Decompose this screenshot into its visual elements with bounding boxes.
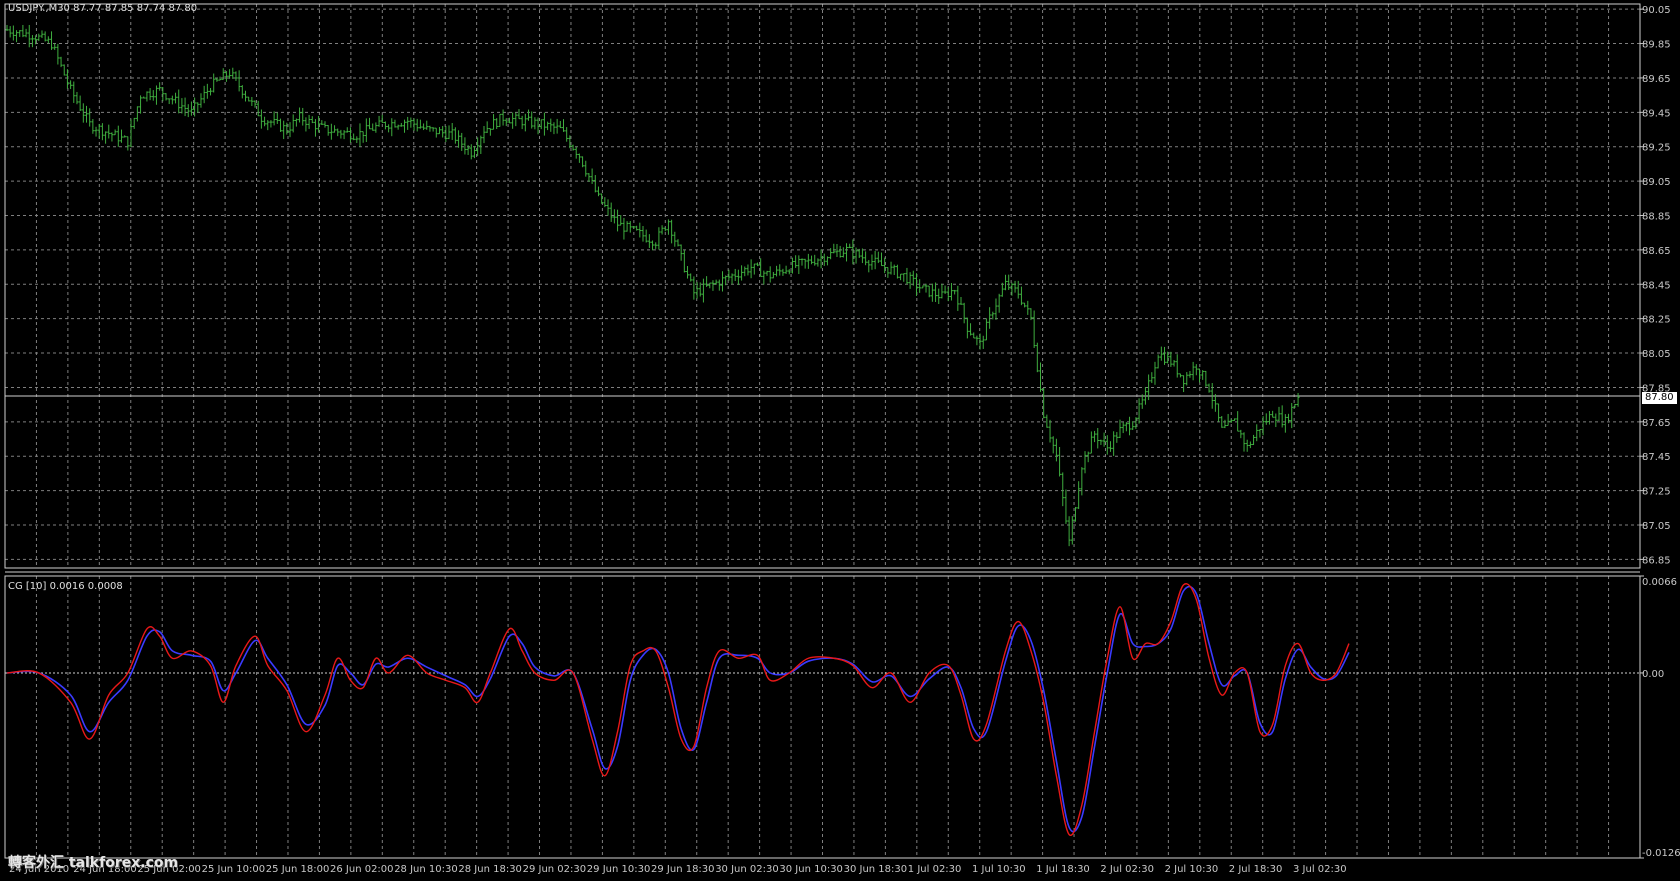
time-axis-tick-label: 1 Jul 02:30 — [908, 864, 962, 875]
watermark-logo: 轉客外汇 talkforex.com — [8, 855, 179, 871]
signal-series-line — [6, 585, 1350, 833]
indicator-axis-tick-label: 0.00 — [1642, 669, 1664, 680]
price-axis-tick-label: 88.85 — [1642, 212, 1671, 223]
time-axis-tick-label: 28 Jun 10:30 — [394, 864, 458, 875]
indicator-lines-layer — [6, 583, 1350, 837]
time-axis-tick-label: 2 Jul 10:30 — [1165, 864, 1219, 875]
cg-series-line — [6, 583, 1350, 837]
price-axis-tick-label: 89.85 — [1642, 40, 1671, 51]
time-axis-tick-label: 29 Jun 10:30 — [587, 864, 651, 875]
time-axis-tick-label: 2 Jul 02:30 — [1100, 864, 1154, 875]
price-axis-tick-label: 90.05 — [1642, 5, 1671, 16]
time-axis-tick-label: 30 Jun 18:30 — [844, 864, 908, 875]
time-axis-tick-label: 26 Jun 02:00 — [330, 864, 394, 875]
price-axis-tick-label: 89.25 — [1642, 143, 1671, 154]
indicator-axis-tick-label: 0.0066 — [1642, 577, 1677, 588]
price-axis-tick-label: 88.25 — [1642, 315, 1671, 326]
indicator-label: CG [10] 0.0016 0.0008 — [8, 581, 123, 592]
price-axis-tick-label: 89.65 — [1642, 74, 1671, 85]
chart-canvas[interactable]: 90.05 89.85 89.65 89.45 89.25 89.05 88.85 88.65… — [0, 0, 1680, 877]
price-axis-tick-label: 89.05 — [1642, 177, 1671, 188]
price-axis-tick-label: 87.25 — [1642, 487, 1671, 498]
time-axis-tick-label: 1 Jul 10:30 — [972, 864, 1026, 875]
time-axis-tick-label: 28 Jun 18:30 — [458, 864, 522, 875]
time-axis-tick-label: 30 Jun 10:30 — [779, 864, 843, 875]
price-axis-tick-label: 88.05 — [1642, 349, 1671, 360]
axis-labels-layer: 90.05 89.85 89.65 89.45 89.25 89.05 88.85 88.65… — [9, 5, 1680, 875]
time-axis-tick-label: 25 Jun 18:00 — [266, 864, 330, 875]
price-axis-tick-label: 88.45 — [1642, 280, 1671, 291]
time-axis-tick-label: 29 Jun 18:30 — [651, 864, 715, 875]
price-axis-tick-label: 88.65 — [1642, 246, 1671, 257]
time-axis-tick-label: 25 Jun 10:00 — [202, 864, 266, 875]
symbol-label: USDJPY.,M30 87.77 87.85 87.74 87.80 — [8, 3, 198, 14]
price-axis-tick-label: 87.65 — [1642, 418, 1671, 429]
grid-layer — [5, 4, 1640, 858]
price-axis-tick-label: 89.45 — [1642, 108, 1671, 119]
current-price-tag: 87.80 — [1642, 392, 1677, 404]
trading-chart-window[interactable]: 90.05 89.85 89.65 89.45 89.25 89.05 88.85 88.65… — [0, 0, 1680, 877]
price-axis-tick-label: 86.85 — [1642, 555, 1671, 566]
time-axis-tick-label: 29 Jun 02:30 — [523, 864, 587, 875]
price-axis-tick-label: 87.05 — [1642, 521, 1671, 532]
time-axis-tick-label: 30 Jun 02:30 — [715, 864, 779, 875]
time-axis-tick-label: 3 Jul 02:30 — [1293, 864, 1347, 875]
price-axis-tick-label: 87.45 — [1642, 452, 1671, 463]
time-axis-tick-label: 1 Jul 18:30 — [1036, 864, 1090, 875]
time-axis-tick-label: 2 Jul 18:30 — [1229, 864, 1283, 875]
indicator-axis-tick-label: -0.0126 — [1642, 848, 1680, 859]
